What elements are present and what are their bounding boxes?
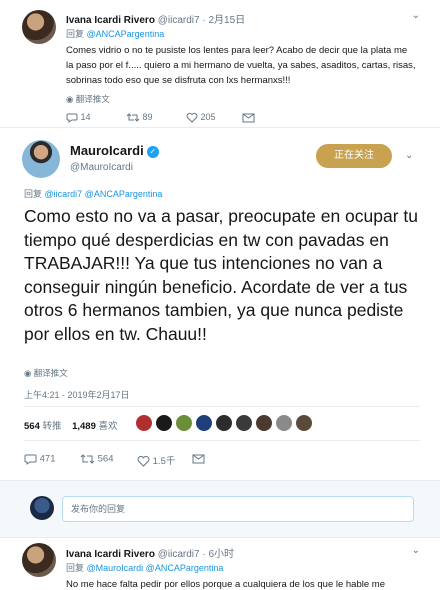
like-button[interactable]: 205 (186, 112, 216, 123)
heart-icon (137, 456, 150, 468)
chevron-down-icon[interactable]: ⌄ (412, 545, 420, 556)
retweet-count: 564 (97, 453, 114, 465)
translate-label: 翻译推文 (33, 368, 68, 378)
reply-button[interactable]: 14 (66, 112, 91, 124)
translate-link[interactable]: ◉ 翻译推文 (66, 93, 110, 105)
replying-to: 回复 @ANCAPargentina (66, 27, 164, 40)
chevron-down-icon[interactable]: ⌄ (405, 150, 413, 161)
like-count: 1.5千 (152, 456, 176, 467)
tweet-header: Ivana Icardi Rivero @iicardi7 · 2月15日 (66, 11, 245, 26)
tweet-text: Como esto no va a pasar, preocupate en o… (24, 206, 419, 344)
reply-prefix: 回复 (66, 29, 85, 39)
tweet-text: Comes vidrio o no te pusiste los lentes … (66, 45, 416, 86)
like-count: 205 (200, 112, 216, 122)
envelope-icon (242, 113, 255, 123)
reply-to-link[interactable]: @ANCAPargentina (87, 29, 165, 39)
retweet-stat[interactable]: 564 转推 (24, 421, 62, 432)
user-handle[interactable]: @iicardi7 (158, 549, 200, 560)
like-stat-count: 1,489 (72, 421, 96, 432)
user-name[interactable]: MauroIcardi (70, 143, 144, 158)
divider (24, 440, 420, 441)
tweet-header: Ivana Icardi Rivero @iicardi7 · 6小时 (66, 545, 234, 560)
liker-avatar[interactable] (235, 414, 253, 432)
retweet-stat-label: 转推 (42, 421, 62, 432)
replying-to: 回复 @iicardi7 @ANCAPargentina (24, 187, 162, 200)
liker-avatar[interactable] (295, 414, 313, 432)
liker-avatar[interactable] (195, 414, 213, 432)
liker-avatar[interactable] (275, 414, 293, 432)
verified-icon: ✓ (146, 145, 159, 158)
reply-icon (66, 113, 78, 124)
reply-count: 14 (80, 112, 91, 122)
translate-link[interactable]: ◉ 翻译推文 (24, 367, 68, 379)
user-handle[interactable]: @iicardi7 (158, 15, 200, 26)
reply-tweet-top[interactable]: Ivana Icardi Rivero @iicardi7 · 2月15日 ⌄ … (0, 0, 440, 128)
dm-button[interactable] (192, 453, 205, 465)
tweet-text: No me hace falta pedir por ellos porque … (66, 579, 385, 590)
liker-avatar[interactable] (255, 414, 273, 432)
like-stat[interactable]: 1,489 喜欢 (72, 421, 117, 432)
user-avatar[interactable] (22, 543, 56, 577)
divider (24, 406, 420, 407)
retweet-stat-count: 564 (24, 421, 40, 432)
retweet-icon (80, 454, 95, 464)
current-user-avatar[interactable] (30, 496, 54, 520)
user-name[interactable]: Ivana Icardi Rivero (66, 15, 155, 26)
liker-avatar[interactable] (135, 414, 153, 432)
liker-avatar[interactable] (215, 414, 233, 432)
user-name[interactable]: Ivana Icardi Rivero (66, 549, 155, 560)
like-button[interactable]: 1.5千 (137, 453, 176, 468)
tweet-date[interactable]: · 6小时 (202, 549, 234, 560)
reply-to-link[interactable]: @iicardi7 @ANCAPargentina (45, 189, 163, 199)
chevron-down-icon[interactable]: ⌄ (412, 10, 420, 21)
dm-button[interactable] (242, 112, 255, 123)
tweet-timestamp[interactable]: 上午4:21 - 2019年2月17日 (24, 388, 130, 401)
envelope-icon (192, 454, 205, 464)
retweet-button[interactable]: 564 (80, 453, 114, 465)
heart-icon (186, 113, 198, 123)
globe-icon: ◉ (24, 368, 32, 378)
translate-label: 翻译推文 (75, 94, 110, 104)
user-name-row[interactable]: MauroIcardi ✓ (70, 143, 159, 158)
user-avatar[interactable] (22, 140, 60, 178)
reply-icon (24, 454, 37, 465)
following-button[interactable]: 正在关注 (316, 144, 392, 168)
liker-avatar[interactable] (175, 414, 193, 432)
tweet-date[interactable]: · 2月15日 (202, 15, 245, 26)
user-handle[interactable]: @MauroIcardi (70, 162, 133, 173)
reply-button[interactable]: 471 (24, 453, 56, 465)
globe-icon: ◉ (66, 94, 74, 104)
reply-input[interactable]: 发布你的回复 (62, 496, 414, 522)
like-stat-label: 喜欢 (98, 421, 118, 432)
reply-count: 471 (39, 453, 56, 465)
reply-prefix: 回复 (66, 563, 85, 573)
reply-to-link[interactable]: @MauroIcardi @ANCAPargentina (87, 563, 224, 573)
user-avatar[interactable] (22, 10, 56, 44)
reply-prefix: 回复 (24, 189, 43, 199)
liker-avatar[interactable] (155, 414, 173, 432)
replying-to: 回复 @MauroIcardi @ANCAPargentina (66, 561, 223, 574)
retweet-icon (126, 113, 140, 122)
retweet-button[interactable]: 89 (126, 112, 153, 123)
tweet-stats: 564 转推 1,489 喜欢 (24, 418, 118, 432)
retweet-count: 89 (142, 112, 153, 122)
